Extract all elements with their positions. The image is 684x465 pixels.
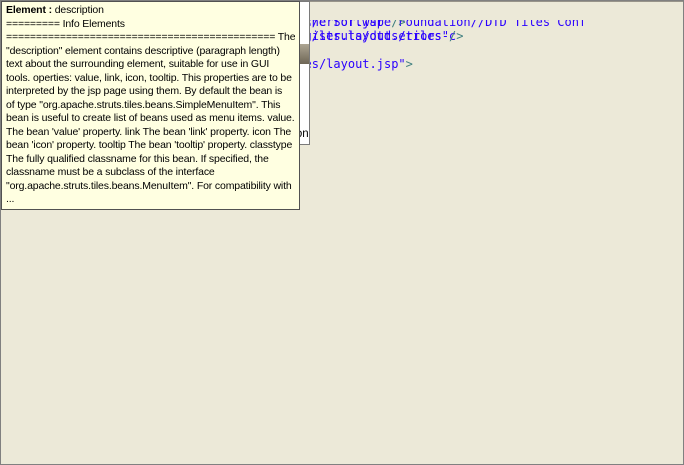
code-token: />	[449, 29, 464, 43]
tooltip-line: ...	[6, 193, 15, 205]
tooltip-line: "description" element contains descripti…	[6, 44, 280, 57]
code-token: >	[405, 57, 413, 71]
tooltip-line: text about the surrounding element, suit…	[6, 58, 270, 70]
tooltip-line: bean is useful to create list of beans u…	[6, 112, 295, 124]
tooltip-title-value: description	[51, 4, 104, 16]
tooltip-line: classname must be a subclass of the inte…	[6, 166, 215, 178]
tooltip-body: ========= Info Elements =================…	[6, 18, 295, 207]
tooltip-line: ========= Info Elements	[6, 17, 125, 30]
tooltip-title: Element : description	[6, 4, 295, 18]
tooltip-line: tools. operties: value, link, icon, tool…	[6, 71, 292, 84]
xml-editor-window: <> tiles-defs.xml ✕ <?xml version="1.0"?…	[0, 0, 684, 465]
tooltip-line: bean 'icon' property. tooltip The bean '…	[6, 139, 293, 151]
tooltip-line: of type "org.apache.struts.tiles.beans.S…	[6, 98, 281, 111]
code-token: "tiles.layout.errors"	[297, 29, 449, 43]
tooltip-line: ========================================…	[6, 31, 296, 43]
tooltip-title-label: Element :	[6, 4, 52, 16]
tooltip-line: The bean 'value' property. link The bean…	[6, 125, 292, 138]
tooltip-line: "org.apache.struts.tiles.beans.MenuItem"…	[6, 179, 292, 192]
tooltip-line: interpreted by the jsp page using them. …	[6, 85, 283, 97]
tooltip-line: The fully qualified classname for this b…	[6, 152, 269, 165]
doc-tooltip: Element : description ========= Info Ele…	[1, 1, 301, 210]
